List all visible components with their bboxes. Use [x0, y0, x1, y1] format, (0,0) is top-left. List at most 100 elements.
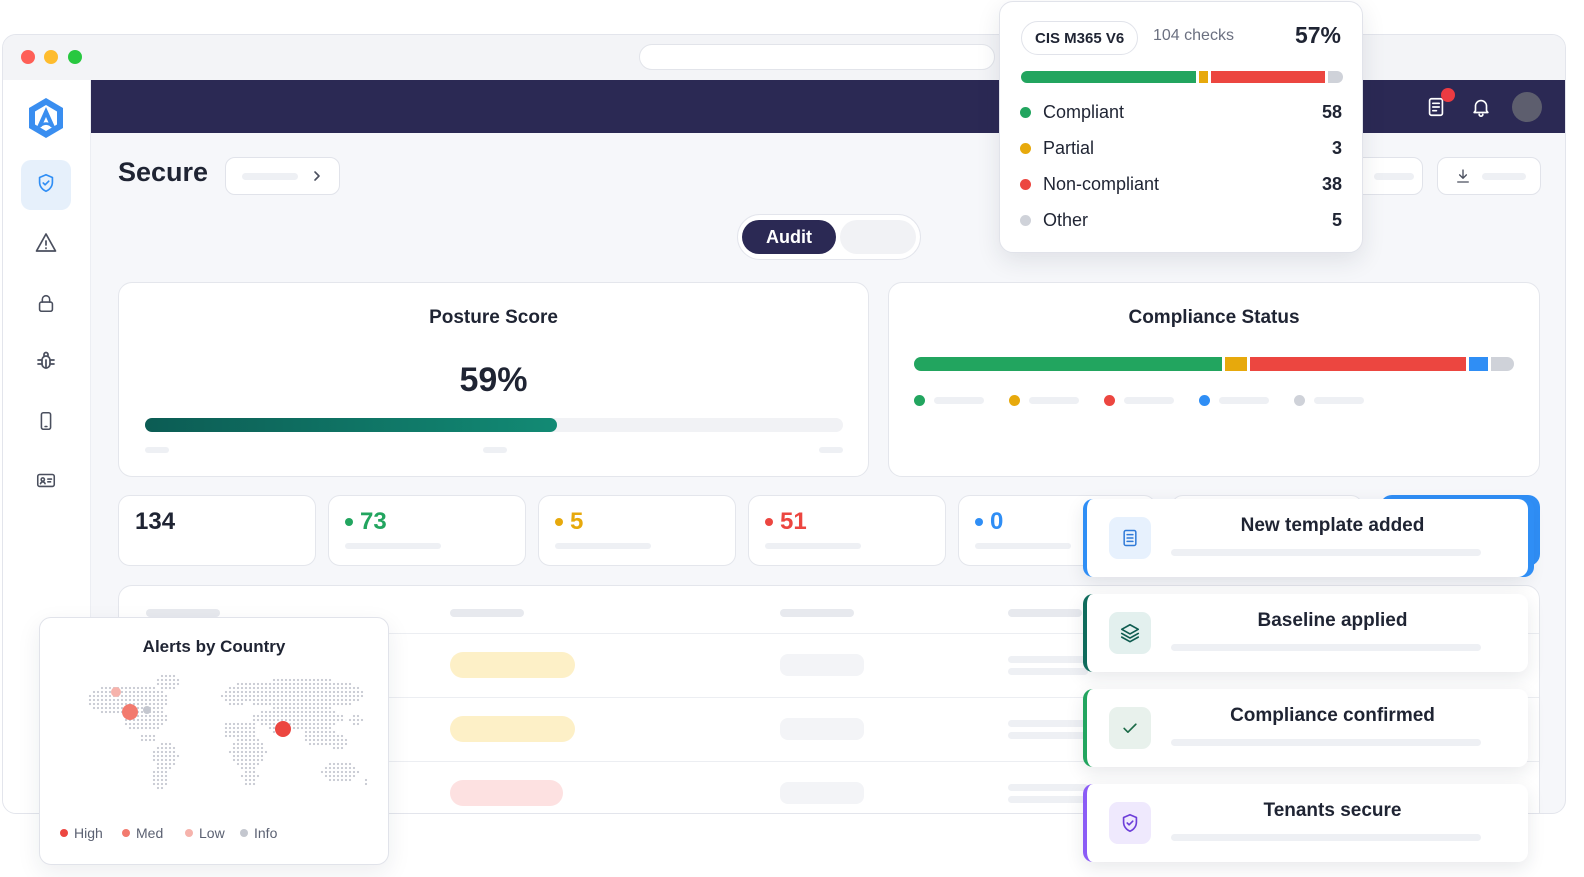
address-bar[interactable]	[639, 44, 995, 70]
legend-label: Info	[254, 825, 278, 841]
close-window-button[interactable]	[21, 50, 35, 64]
warning-icon	[34, 231, 58, 260]
benchmark-legend-row: Other 5	[1020, 208, 1342, 232]
cell-placeholder	[1008, 720, 1088, 727]
legend-value: 58	[1321, 101, 1342, 122]
legend-label: High	[74, 825, 103, 841]
stat-number: 73	[360, 508, 387, 535]
notification-card[interactable]: Baseline applied	[1083, 594, 1528, 672]
maximize-window-button[interactable]	[68, 50, 82, 64]
stat-card[interactable]: 134	[118, 495, 316, 566]
map-legend-item: Info	[240, 825, 277, 841]
document-icon	[1109, 517, 1151, 559]
app-logo[interactable]	[25, 96, 67, 140]
legend-label: Med	[136, 825, 164, 841]
notification-badge	[1441, 88, 1455, 102]
notification-placeholder	[1171, 549, 1481, 556]
world-map[interactable]	[70, 668, 370, 808]
legend-dot	[122, 829, 130, 837]
legend-label: Other	[1043, 209, 1089, 230]
download-button[interactable]	[1437, 157, 1541, 195]
legend-value: 38	[1321, 173, 1342, 194]
notification-card[interactable]: Compliance confirmed	[1083, 689, 1528, 767]
stat-value: 51	[765, 508, 807, 536]
legend-dot	[1020, 106, 1031, 118]
cell-placeholder	[780, 718, 864, 740]
stat-number: 5	[570, 508, 584, 535]
alerts-map-card: Alerts by Country High Med Low Info	[39, 617, 389, 865]
column-header	[1008, 609, 1082, 617]
legend-dot	[185, 829, 193, 837]
status-dot	[765, 518, 773, 526]
notification-title: New template added	[1240, 515, 1425, 536]
stat-number: 0	[990, 508, 1004, 535]
map-dots	[88, 674, 368, 790]
med-alert-marker[interactable]	[122, 704, 138, 720]
sidebar-item-secure[interactable]	[21, 160, 71, 210]
tenant-selector[interactable]	[225, 157, 340, 195]
alerts-map-title: Alerts by Country	[142, 637, 286, 656]
secondary-toggle-option[interactable]	[840, 220, 916, 254]
stat-value: 0	[975, 508, 1003, 536]
compliance-legend	[914, 394, 1514, 408]
chevron-right-icon	[310, 167, 324, 190]
legend-label: Compliant	[1043, 101, 1125, 122]
sidebar-item-identity[interactable]	[21, 457, 71, 507]
cell-placeholder	[780, 782, 864, 804]
notification-placeholder	[1171, 834, 1481, 841]
audit-toggle-option[interactable]: Audit	[742, 220, 836, 254]
button-placeholder	[1374, 173, 1414, 180]
button-placeholder	[1482, 173, 1526, 180]
layers-icon	[1109, 612, 1151, 654]
sidebar-item-threats[interactable]	[21, 338, 71, 388]
compliance-status-title: Compliance Status	[1128, 307, 1300, 328]
mode-toggle: Audit	[737, 214, 921, 260]
minimize-window-button[interactable]	[44, 50, 58, 64]
column-header	[780, 609, 854, 617]
notification-card[interactable]: New template added	[1083, 499, 1528, 577]
sidebar-item-alerts[interactable]	[21, 220, 71, 270]
compliance-segment	[1490, 357, 1515, 371]
legend-value: 3	[1331, 137, 1342, 158]
stat-card[interactable]: 51	[748, 495, 946, 566]
avatar[interactable]	[1512, 92, 1542, 122]
benchmark-legend-row: Non-compliant 38	[1020, 172, 1342, 196]
check-icon	[1109, 707, 1151, 749]
status-dot	[975, 518, 983, 526]
stat-placeholder	[975, 543, 1071, 549]
notification-card[interactable]: Tenants secure	[1083, 784, 1528, 862]
tenant-selector-placeholder	[242, 173, 298, 180]
compliance-status-card: Compliance Status	[888, 282, 1540, 477]
low-alert-marker[interactable]	[111, 687, 121, 697]
posture-score-card: Posture Score 59%	[118, 282, 869, 477]
posture-score-title: Posture Score	[429, 307, 558, 328]
posture-progress-fill	[145, 418, 557, 432]
benchmark-segment	[1327, 71, 1343, 83]
high-alert-marker[interactable]	[275, 721, 291, 737]
cell-placeholder	[1008, 668, 1088, 675]
bell-icon[interactable]	[1467, 93, 1495, 121]
benchmark-tag[interactable]: CIS M365 V6	[1021, 21, 1139, 55]
stat-card[interactable]: 73	[328, 495, 526, 566]
mobile-icon	[35, 409, 57, 438]
map-legend-item: High	[60, 825, 103, 841]
column-header	[146, 609, 220, 617]
sidebar-item-access[interactable]	[21, 280, 71, 330]
benchmark-legend-row: Partial 3	[1020, 136, 1342, 160]
benchmark-segment	[1210, 71, 1325, 83]
legend-label: Partial	[1043, 137, 1095, 158]
download-icon	[1454, 167, 1472, 190]
shield-icon	[35, 172, 57, 199]
severity-pill	[450, 652, 575, 678]
posture-progress-track	[145, 418, 843, 432]
info-alert-marker[interactable]	[143, 706, 151, 714]
stat-card[interactable]: 5	[538, 495, 736, 566]
cell-placeholder	[1008, 796, 1088, 803]
stat-number: 51	[780, 508, 807, 535]
benchmark-segment	[1198, 71, 1208, 83]
legend-dot	[1020, 142, 1031, 154]
bug-icon	[34, 349, 58, 378]
report-icon[interactable]	[1423, 88, 1455, 120]
scale-placeholder	[819, 447, 843, 453]
sidebar-item-devices[interactable]	[21, 398, 71, 448]
